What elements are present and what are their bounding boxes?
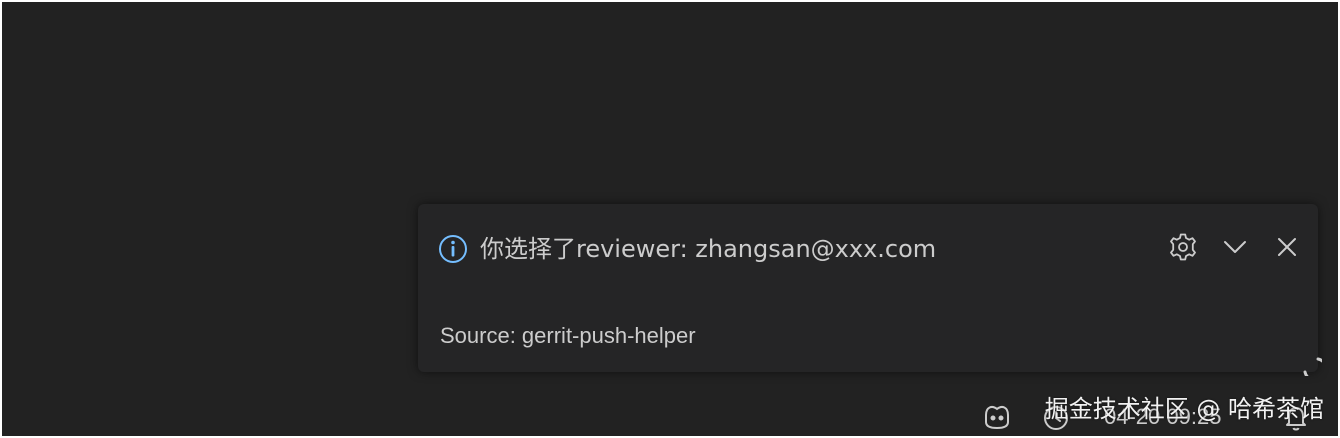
close-icon xyxy=(1278,238,1296,256)
notification-actions xyxy=(1166,230,1304,264)
watermark: 掘金技术社区 @ 哈希茶馆 xyxy=(1044,395,1324,423)
notification-collapse-button[interactable] xyxy=(1218,230,1252,264)
notification-toast: 你选择了reviewer: zhangsan@xxx.com Source: g… xyxy=(418,204,1318,372)
gear-icon xyxy=(1170,233,1196,261)
notification-message: 你选择了reviewer: zhangsan@xxx.com xyxy=(480,235,937,263)
copilot-icon[interactable] xyxy=(982,402,1012,430)
notification-settings-button[interactable] xyxy=(1166,230,1200,264)
notification-close-button[interactable] xyxy=(1270,230,1304,264)
loading-spinner-icon xyxy=(1303,357,1322,376)
notification-source: Source: gerrit-push-helper xyxy=(440,323,696,348)
editor-window: 你选择了reviewer: zhangsan@xxx.com Source: g… xyxy=(2,2,1338,436)
info-icon xyxy=(439,235,467,263)
chevron-down-icon xyxy=(1224,241,1246,253)
